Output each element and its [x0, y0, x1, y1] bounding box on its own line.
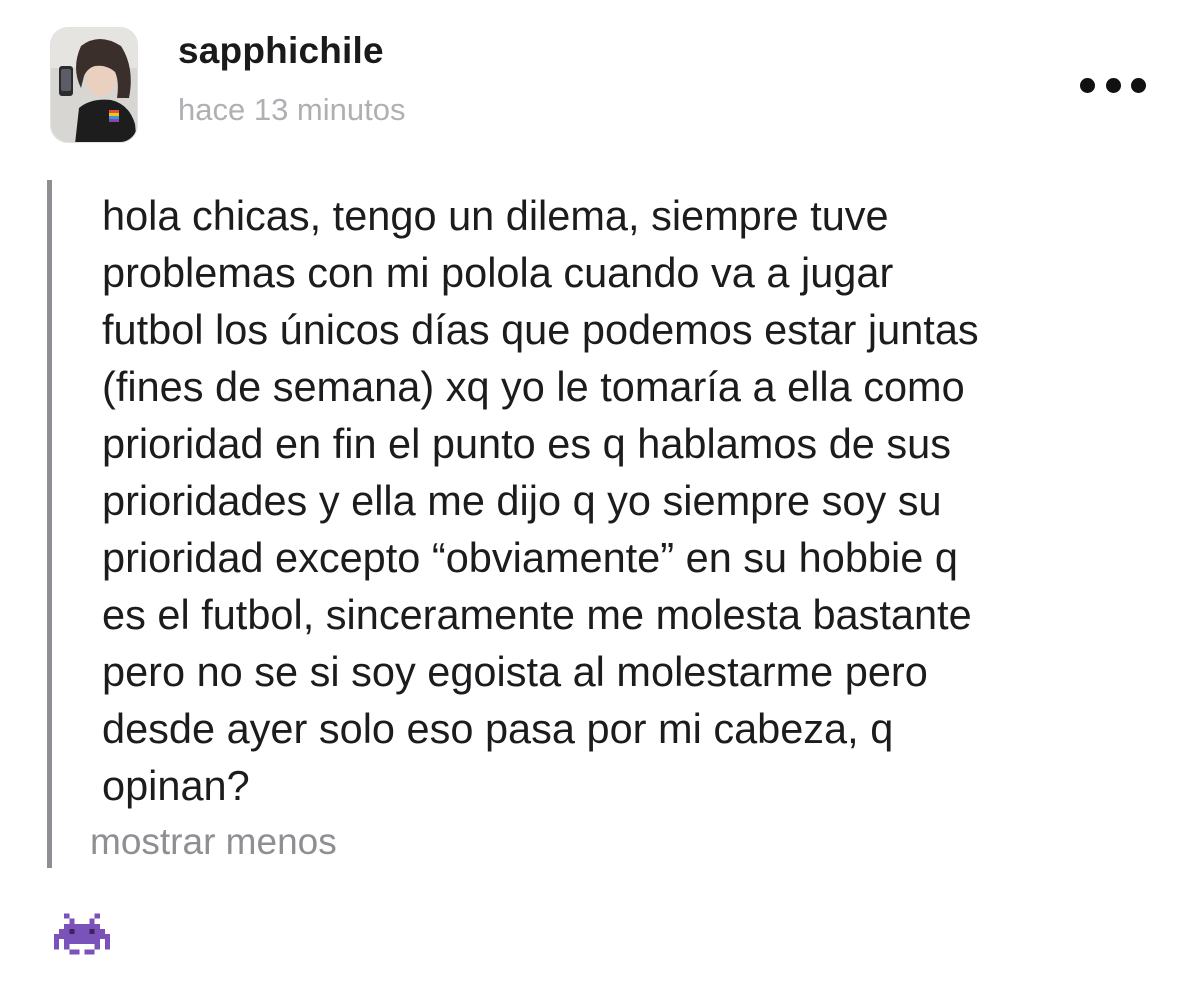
post-body-line: prioridad excepto “obviamente” en su hob… [102, 534, 958, 581]
post-body-line: desde ayer solo eso pasa por mi cabeza, … [102, 705, 894, 752]
post-timestamp: hace 13 minutos [178, 92, 406, 127]
post-body-line: futbol los únicos días que podemos estar… [102, 306, 979, 353]
username[interactable]: sapphichile [178, 30, 384, 72]
post-body-line: pero no se si soy egoista al molestarme … [102, 648, 928, 695]
show-less-link[interactable]: mostrar menos [90, 821, 337, 863]
post-body-line: hola chicas, tengo un dilema, siempre tu… [102, 192, 889, 239]
more-horizontal-icon [1080, 77, 1095, 93]
more-horizontal-icon-dot [1105, 77, 1121, 93]
space-invader-icon[interactable] [54, 910, 110, 958]
post-body-line: opinan? [102, 762, 250, 809]
post-body-line: prioridades y ella me dijo q yo siempre … [102, 477, 942, 524]
avatar-photo [51, 28, 137, 142]
more-options-button[interactable] [1080, 74, 1146, 96]
post-body-line: prioridad en fin el punto es q hablamos … [102, 420, 951, 467]
more-horizontal-icon-dot [1131, 77, 1146, 93]
post-body-line: es el futbol, sinceramente me molesta ba… [102, 591, 972, 638]
quote-bar [47, 180, 52, 868]
avatar[interactable] [50, 27, 138, 143]
post-body-line: (fines de semana) xq yo le tomaría a ell… [102, 363, 965, 410]
post-body-line: problemas con mi polola cuando va a juga… [102, 249, 894, 296]
post-body: hola chicas, tengo un dilema, siempre tu… [102, 187, 1182, 814]
